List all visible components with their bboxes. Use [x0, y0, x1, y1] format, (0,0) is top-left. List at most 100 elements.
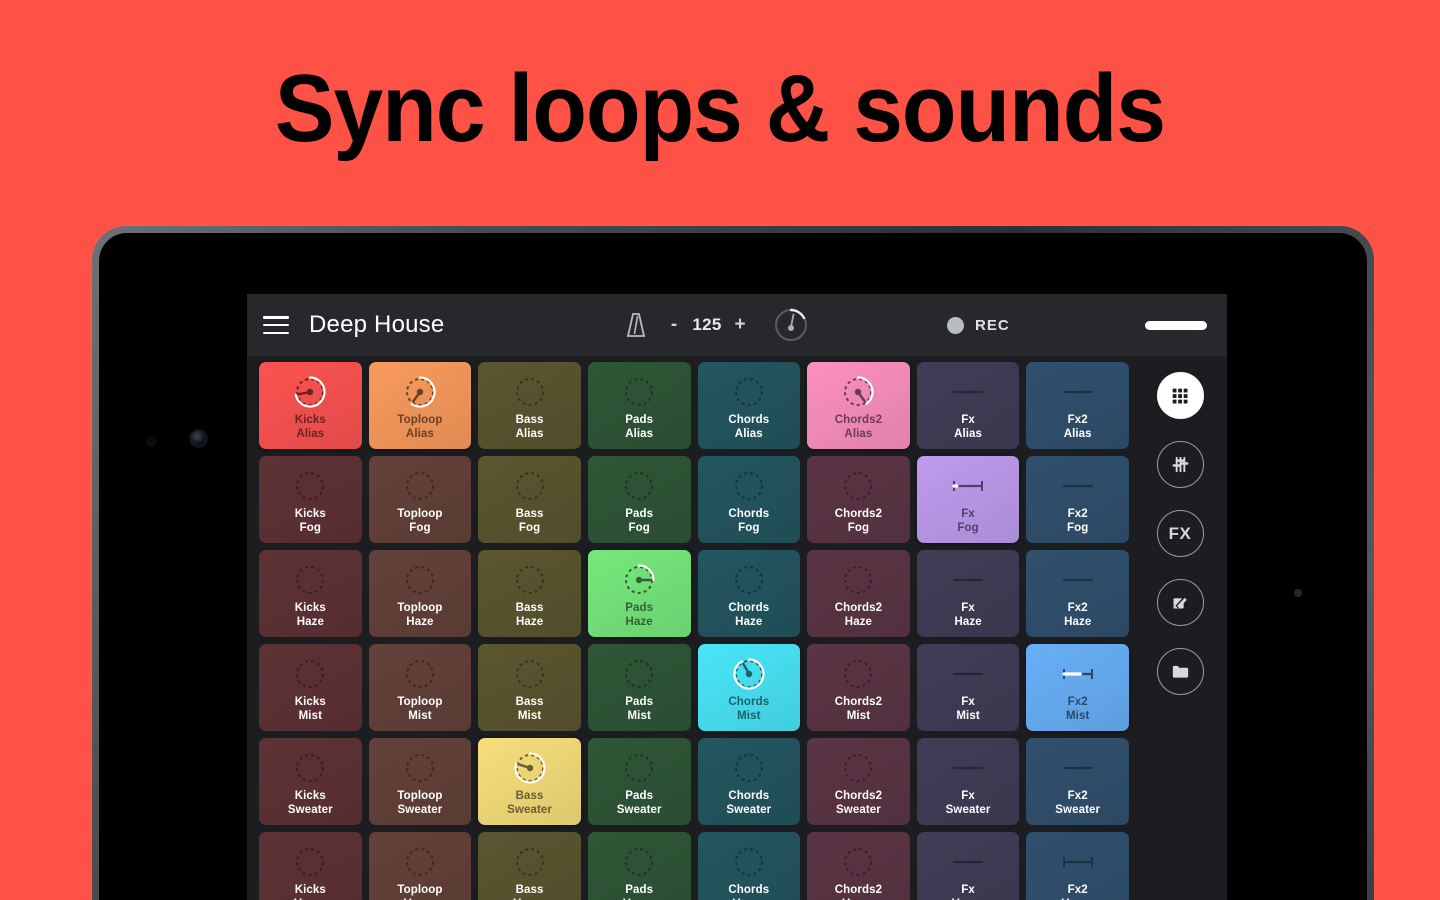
- pad-fx-mist[interactable]: Fx Mist: [916, 644, 1020, 731]
- pad-label-instrument: Pads: [625, 790, 654, 802]
- pad-chords-fog[interactable]: Chords Fog: [697, 456, 801, 543]
- pad-label-variation: Fog: [628, 521, 650, 534]
- loop-knob-icon: [625, 660, 654, 688]
- pad-chords-sweater[interactable]: Chords Sweater: [697, 738, 801, 825]
- pad-fx2-haze[interactable]: Fx2 Haze: [1026, 550, 1129, 637]
- pad-chords-haze[interactable]: Chords Haze: [697, 550, 801, 637]
- pad-bass-alias[interactable]: Bass Alias: [478, 362, 581, 449]
- pad-toploop-vapor[interactable]: ToploopVapor: [368, 832, 472, 900]
- fx-button[interactable]: FX: [1156, 510, 1204, 557]
- front-camera-icon: [191, 431, 206, 446]
- pad-kicks-fog[interactable]: Kicks Fog: [259, 456, 362, 543]
- pad-bass-fog[interactable]: Bass Fog: [478, 456, 581, 543]
- pad-chords2-mist[interactable]: Chords2 Mist: [807, 644, 910, 731]
- pad-chords2-sweater[interactable]: Chords2 Sweater: [807, 738, 910, 825]
- pad-toploop-alias[interactable]: Toploop Alias: [368, 362, 472, 449]
- tempo-value[interactable]: 125: [687, 315, 727, 335]
- pad-chords2-alias[interactable]: Chords2 Alias: [807, 362, 910, 449]
- pad-pads-mist[interactable]: Pads Mist: [587, 644, 691, 731]
- pad-chords2-vapor[interactable]: Chords2Vapor: [807, 832, 910, 900]
- pad-label: Chords2 Sweater: [835, 790, 882, 817]
- pad-label: Chords2 Fog: [835, 508, 882, 535]
- pad-label-variation: Alias: [734, 427, 763, 440]
- edit-button[interactable]: [1156, 579, 1204, 626]
- pad-toploop-fog[interactable]: Toploop Fog: [368, 456, 472, 543]
- pad-label-variation: Sweater: [1055, 803, 1101, 816]
- pad-fx-sweater[interactable]: Fx Sweater: [916, 738, 1020, 825]
- loop-knob-icon: [405, 472, 434, 500]
- pad-fx-alias[interactable]: Fx Alias: [916, 362, 1020, 449]
- loop-knob-icon: [296, 472, 325, 500]
- pad-bass-mist[interactable]: Bass Mist: [478, 644, 581, 731]
- tempo-increase-button[interactable]: +: [727, 314, 753, 336]
- pad-label: Kicks Sweater: [288, 790, 333, 817]
- pad-pads-haze[interactable]: Pads Haze: [587, 550, 691, 637]
- pad-label-instrument: Chords2: [834, 790, 883, 802]
- pad-fx-haze[interactable]: Fx Haze: [916, 550, 1020, 637]
- pad-fx2-sweater[interactable]: Fx2 Sweater: [1026, 738, 1129, 825]
- pad-pads-fog[interactable]: Pads Fog: [587, 456, 691, 543]
- pad-chords-mist[interactable]: Chords Mist: [697, 644, 801, 731]
- pad-label: Kicks Haze: [295, 602, 326, 629]
- pad-chords-vapor[interactable]: ChordsVapor: [697, 832, 801, 900]
- fx-slider-icon: [1062, 669, 1093, 679]
- pad-label-instrument: Kicks: [294, 508, 326, 520]
- pad-toploop-sweater[interactable]: Toploop Sweater: [368, 738, 472, 825]
- pad-fx2-alias[interactable]: Fx2 Alias: [1026, 362, 1129, 449]
- pad-label-instrument: Pads: [625, 884, 654, 896]
- pad-label-instrument: Fx: [961, 602, 975, 614]
- hamburger-menu-icon[interactable]: [263, 316, 289, 334]
- pad-label: Toploop Haze: [397, 602, 442, 629]
- pad-toploop-mist[interactable]: Toploop Mist: [368, 644, 472, 731]
- pad-kicks-vapor[interactable]: KicksVapor: [259, 832, 362, 900]
- pad-chords2-haze[interactable]: Chords2 Haze: [807, 550, 910, 637]
- pad-grid: Kicks Alias Toploop Alias Bass Alias Pads Alias…: [259, 362, 1129, 900]
- pad-fx-fog[interactable]: Fx Fog: [916, 456, 1020, 543]
- pad-toploop-haze[interactable]: Toploop Haze: [368, 550, 472, 637]
- pad-grid-area: Kicks Alias Toploop Alias Bass Alias Pads Alias…: [247, 356, 1133, 900]
- pad-label-variation: Sweater: [287, 803, 333, 816]
- loop-knob-icon: [734, 472, 763, 500]
- pad-fx2-mist[interactable]: Fx2 Mist: [1026, 644, 1129, 731]
- pad-label-instrument: Chords2: [834, 696, 883, 708]
- pad-label-instrument: Fx2: [1067, 602, 1088, 614]
- pad-kicks-sweater[interactable]: Kicks Sweater: [259, 738, 362, 825]
- pad-bass-haze[interactable]: Bass Haze: [478, 550, 581, 637]
- master-level-bar[interactable]: [1145, 320, 1207, 330]
- pad-fx-vapor[interactable]: FxVapor: [916, 832, 1020, 900]
- record-controls[interactable]: REC: [947, 316, 1010, 334]
- pad-label-instrument: Kicks: [294, 696, 326, 708]
- metronome-icon[interactable]: [625, 312, 647, 338]
- pad-fx2-vapor[interactable]: Fx2Vapor: [1026, 832, 1129, 900]
- loop-knob-icon: [296, 660, 325, 688]
- pad-kicks-mist[interactable]: Kicks Mist: [259, 644, 362, 731]
- tempo-controls: - 125 +: [625, 307, 809, 343]
- page-title: Sync loops & sounds: [274, 55, 1166, 162]
- pad-label-instrument: Toploop: [397, 508, 443, 520]
- pad-kicks-haze[interactable]: Kicks Haze: [259, 550, 362, 637]
- pad-label-variation: Alias: [844, 427, 873, 440]
- pad-kicks-alias[interactable]: Kicks Alias: [259, 362, 362, 449]
- mixer-button[interactable]: [1156, 441, 1204, 488]
- browse-button[interactable]: [1156, 648, 1204, 695]
- pad-label-instrument: Fx: [961, 508, 975, 520]
- pad-fx2-fog[interactable]: Fx2 Fog: [1026, 456, 1129, 543]
- tempo-dial-icon[interactable]: [773, 307, 809, 343]
- pad-chords-alias[interactable]: Chords Alias: [697, 362, 801, 449]
- record-dot-icon[interactable]: [947, 316, 964, 334]
- pad-label: KicksVapor: [294, 884, 326, 900]
- pad-label: Pads Fog: [625, 508, 653, 535]
- pad-chords2-fog[interactable]: Chords2 Fog: [807, 456, 910, 543]
- pad-bass-sweater[interactable]: Bass Sweater: [478, 738, 581, 825]
- tablet-screen: Deep House - 125 + REC Kicks Alias Toplo…: [99, 233, 1367, 900]
- pad-pads-sweater[interactable]: Pads Sweater: [587, 738, 691, 825]
- pad-bass-vapor[interactable]: BassVapor: [478, 832, 581, 900]
- pad-pads-alias[interactable]: Pads Alias: [587, 362, 691, 449]
- pad-label-variation: Sweater: [507, 803, 552, 816]
- pad-label: Chords Sweater: [726, 790, 771, 817]
- tempo-decrease-button[interactable]: -: [661, 314, 687, 336]
- grid-view-button[interactable]: [1156, 372, 1204, 419]
- pad-pads-vapor[interactable]: PadsVapor: [587, 832, 691, 900]
- pad-label: Fx Fog: [957, 508, 978, 535]
- loop-knob-icon: [625, 848, 654, 876]
